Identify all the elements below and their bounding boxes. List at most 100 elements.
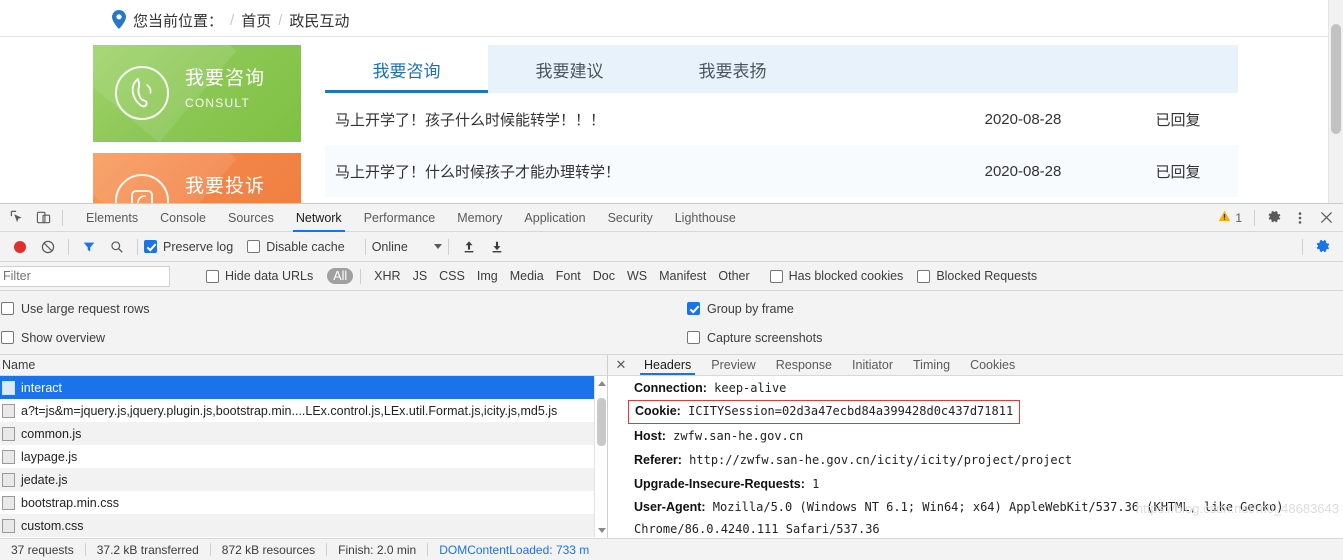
throttle-select[interactable]: Online bbox=[372, 240, 442, 254]
import-har-icon[interactable] bbox=[455, 234, 483, 260]
devtools-toolbar-right: 1 bbox=[1218, 205, 1343, 231]
filter-type-js[interactable]: JS bbox=[407, 268, 434, 284]
tab-consult[interactable]: 我要咨询 bbox=[325, 45, 488, 93]
breadcrumb-home-link[interactable]: 首页 bbox=[241, 10, 271, 31]
gear-icon[interactable] bbox=[1261, 205, 1287, 231]
more-vertical-icon[interactable] bbox=[1287, 205, 1313, 231]
export-har-icon[interactable] bbox=[483, 234, 511, 260]
tab-preview[interactable]: Preview bbox=[701, 355, 765, 375]
tab-praise[interactable]: 我要表扬 bbox=[651, 45, 814, 93]
requests-column-header[interactable]: Name bbox=[0, 355, 607, 376]
tab-suggestion[interactable]: 我要建议 bbox=[488, 45, 651, 93]
filter-type-media[interactable]: Media bbox=[504, 268, 550, 284]
close-icon[interactable]: ✕ bbox=[608, 355, 634, 375]
use-large-request-rows-box[interactable] bbox=[1, 302, 14, 315]
filter-type-css[interactable]: CSS bbox=[433, 268, 471, 284]
show-overview-checkbox[interactable]: Show overview bbox=[1, 331, 105, 345]
tab-sources[interactable]: Sources bbox=[217, 204, 285, 232]
page-scrollbar[interactable] bbox=[1328, 0, 1343, 203]
requests-scrollbar[interactable] bbox=[594, 376, 607, 538]
has-blocked-cookies-box[interactable] bbox=[769, 269, 783, 283]
hide-data-urls-checkbox[interactable]: Hide data URLs bbox=[206, 269, 313, 283]
file-icon bbox=[2, 518, 15, 533]
request-name: jedate.js bbox=[21, 472, 68, 487]
preserve-log-box[interactable] bbox=[144, 240, 157, 253]
scroll-down-arrow-icon[interactable] bbox=[598, 528, 606, 533]
detail-tab-list: ✕ Headers Preview Response Initiator Tim… bbox=[608, 355, 1343, 376]
tab-headers[interactable]: Headers bbox=[634, 355, 701, 375]
show-overview-box[interactable] bbox=[1, 331, 14, 344]
filter-type-manifest[interactable]: Manifest bbox=[653, 268, 712, 284]
tab-response[interactable]: Response bbox=[766, 355, 842, 375]
warning-badge[interactable]: 1 bbox=[1218, 210, 1242, 225]
inspect-element-icon[interactable] bbox=[4, 205, 30, 231]
tab-response-label: Response bbox=[775, 358, 833, 372]
hide-data-urls-box[interactable] bbox=[206, 269, 219, 283]
tab-initiator[interactable]: Initiator bbox=[842, 355, 903, 375]
list-item[interactable]: 马上开学了！什么时候孩子才能办理转学！ 2020-08-28 已回复 bbox=[325, 145, 1238, 197]
filter-type-all[interactable]: All bbox=[327, 268, 354, 284]
clear-icon[interactable] bbox=[34, 234, 62, 260]
table-row[interactable]: a?t=js&m=jquery.js,jquery.plugin.js,boot… bbox=[0, 399, 607, 422]
header-value: ICITYSession=02d3a47ecbd84a399428d0c437d… bbox=[680, 404, 1014, 418]
scroll-up-arrow-icon[interactable] bbox=[598, 381, 606, 386]
disable-cache-checkbox[interactable]: Disable cache bbox=[247, 240, 345, 254]
promo-card-text-2: 我要投诉 bbox=[185, 175, 265, 203]
tab-security-label: Security bbox=[607, 210, 653, 225]
blocked-requests-checkbox[interactable]: Blocked Requests bbox=[917, 269, 1037, 283]
header-row-cookie[interactable]: Cookie: ICITYSession=02d3a47ecbd84a39942… bbox=[628, 400, 1021, 424]
disable-cache-box[interactable] bbox=[247, 240, 261, 253]
filter-type-other[interactable]: Other bbox=[712, 268, 755, 284]
preserve-log-checkbox[interactable]: Preserve log bbox=[144, 240, 233, 254]
network-settings-gear-icon[interactable] bbox=[1309, 234, 1337, 260]
capture-screenshots-box[interactable] bbox=[687, 331, 700, 344]
tab-application[interactable]: Application bbox=[513, 204, 596, 232]
use-large-request-rows-checkbox[interactable]: Use large request rows bbox=[1, 302, 150, 316]
filter-type-doc[interactable]: Doc bbox=[587, 268, 621, 284]
table-row[interactable]: bootstrap.min.css bbox=[0, 491, 607, 514]
tab-performance[interactable]: Performance bbox=[353, 204, 447, 232]
requests-scrollbar-thumb[interactable] bbox=[597, 398, 606, 446]
table-row[interactable]: laypage.js bbox=[0, 445, 607, 468]
table-row[interactable]: interact bbox=[0, 376, 607, 399]
table-row[interactable]: custom.css bbox=[0, 514, 607, 537]
filter-funnel-icon[interactable] bbox=[75, 234, 103, 260]
tab-elements[interactable]: Elements bbox=[75, 204, 149, 232]
group-by-frame-checkbox[interactable]: Group by frame bbox=[687, 302, 794, 316]
record-stop-icon[interactable] bbox=[6, 234, 34, 260]
header-key: Connection: bbox=[634, 381, 707, 395]
list-item[interactable]: 马上开学了！孩子什么时候能转学！！！ 2020-08-28 已回复 bbox=[325, 93, 1238, 145]
request-name: bootstrap.min.css bbox=[21, 495, 119, 510]
close-icon[interactable] bbox=[1313, 205, 1339, 231]
warning-triangle-icon bbox=[1218, 210, 1231, 225]
filter-input[interactable] bbox=[0, 265, 170, 287]
filter-type-font[interactable]: Font bbox=[550, 268, 587, 284]
promo-card-consult[interactable]: 我要咨询 CONSULT bbox=[93, 45, 301, 142]
tab-cookies[interactable]: Cookies bbox=[960, 355, 1025, 375]
filter-type-ws[interactable]: WS bbox=[621, 268, 653, 284]
device-toolbar-icon[interactable] bbox=[30, 205, 56, 231]
filter-type-img[interactable]: Img bbox=[471, 268, 504, 284]
request-name: a?t=js&m=jquery.js,jquery.plugin.js,boot… bbox=[21, 403, 558, 418]
table-row[interactable]: jedate.js bbox=[0, 468, 607, 491]
tab-console[interactable]: Console bbox=[149, 204, 217, 232]
group-by-frame-box[interactable] bbox=[687, 302, 700, 315]
tab-network[interactable]: Network bbox=[285, 204, 353, 232]
tab-security[interactable]: Security bbox=[597, 204, 664, 232]
search-icon[interactable] bbox=[103, 234, 131, 260]
tab-memory[interactable]: Memory bbox=[446, 204, 513, 232]
promo-card-complaint[interactable]: 我要投诉 bbox=[93, 153, 301, 203]
table-row[interactable]: common.js bbox=[0, 422, 607, 445]
filter-type-xhr[interactable]: XHR bbox=[368, 268, 406, 284]
capture-screenshots-checkbox[interactable]: Capture screenshots bbox=[687, 331, 822, 345]
has-blocked-cookies-checkbox[interactable]: Has blocked cookies bbox=[769, 269, 903, 283]
page-scrollbar-thumb[interactable] bbox=[1331, 24, 1341, 134]
header-value: keep-alive bbox=[706, 381, 787, 395]
tab-timing[interactable]: Timing bbox=[903, 355, 960, 375]
breadcrumb-current[interactable]: 政民互动 bbox=[289, 10, 349, 31]
group-by-frame-label: Group by frame bbox=[707, 301, 794, 316]
breadcrumb-label: 您当前位置： bbox=[133, 12, 224, 30]
header-row-host: Host: zwfw.san-he.gov.cn bbox=[634, 424, 1343, 448]
blocked-requests-box[interactable] bbox=[917, 269, 931, 283]
tab-lighthouse[interactable]: Lighthouse bbox=[664, 204, 747, 232]
